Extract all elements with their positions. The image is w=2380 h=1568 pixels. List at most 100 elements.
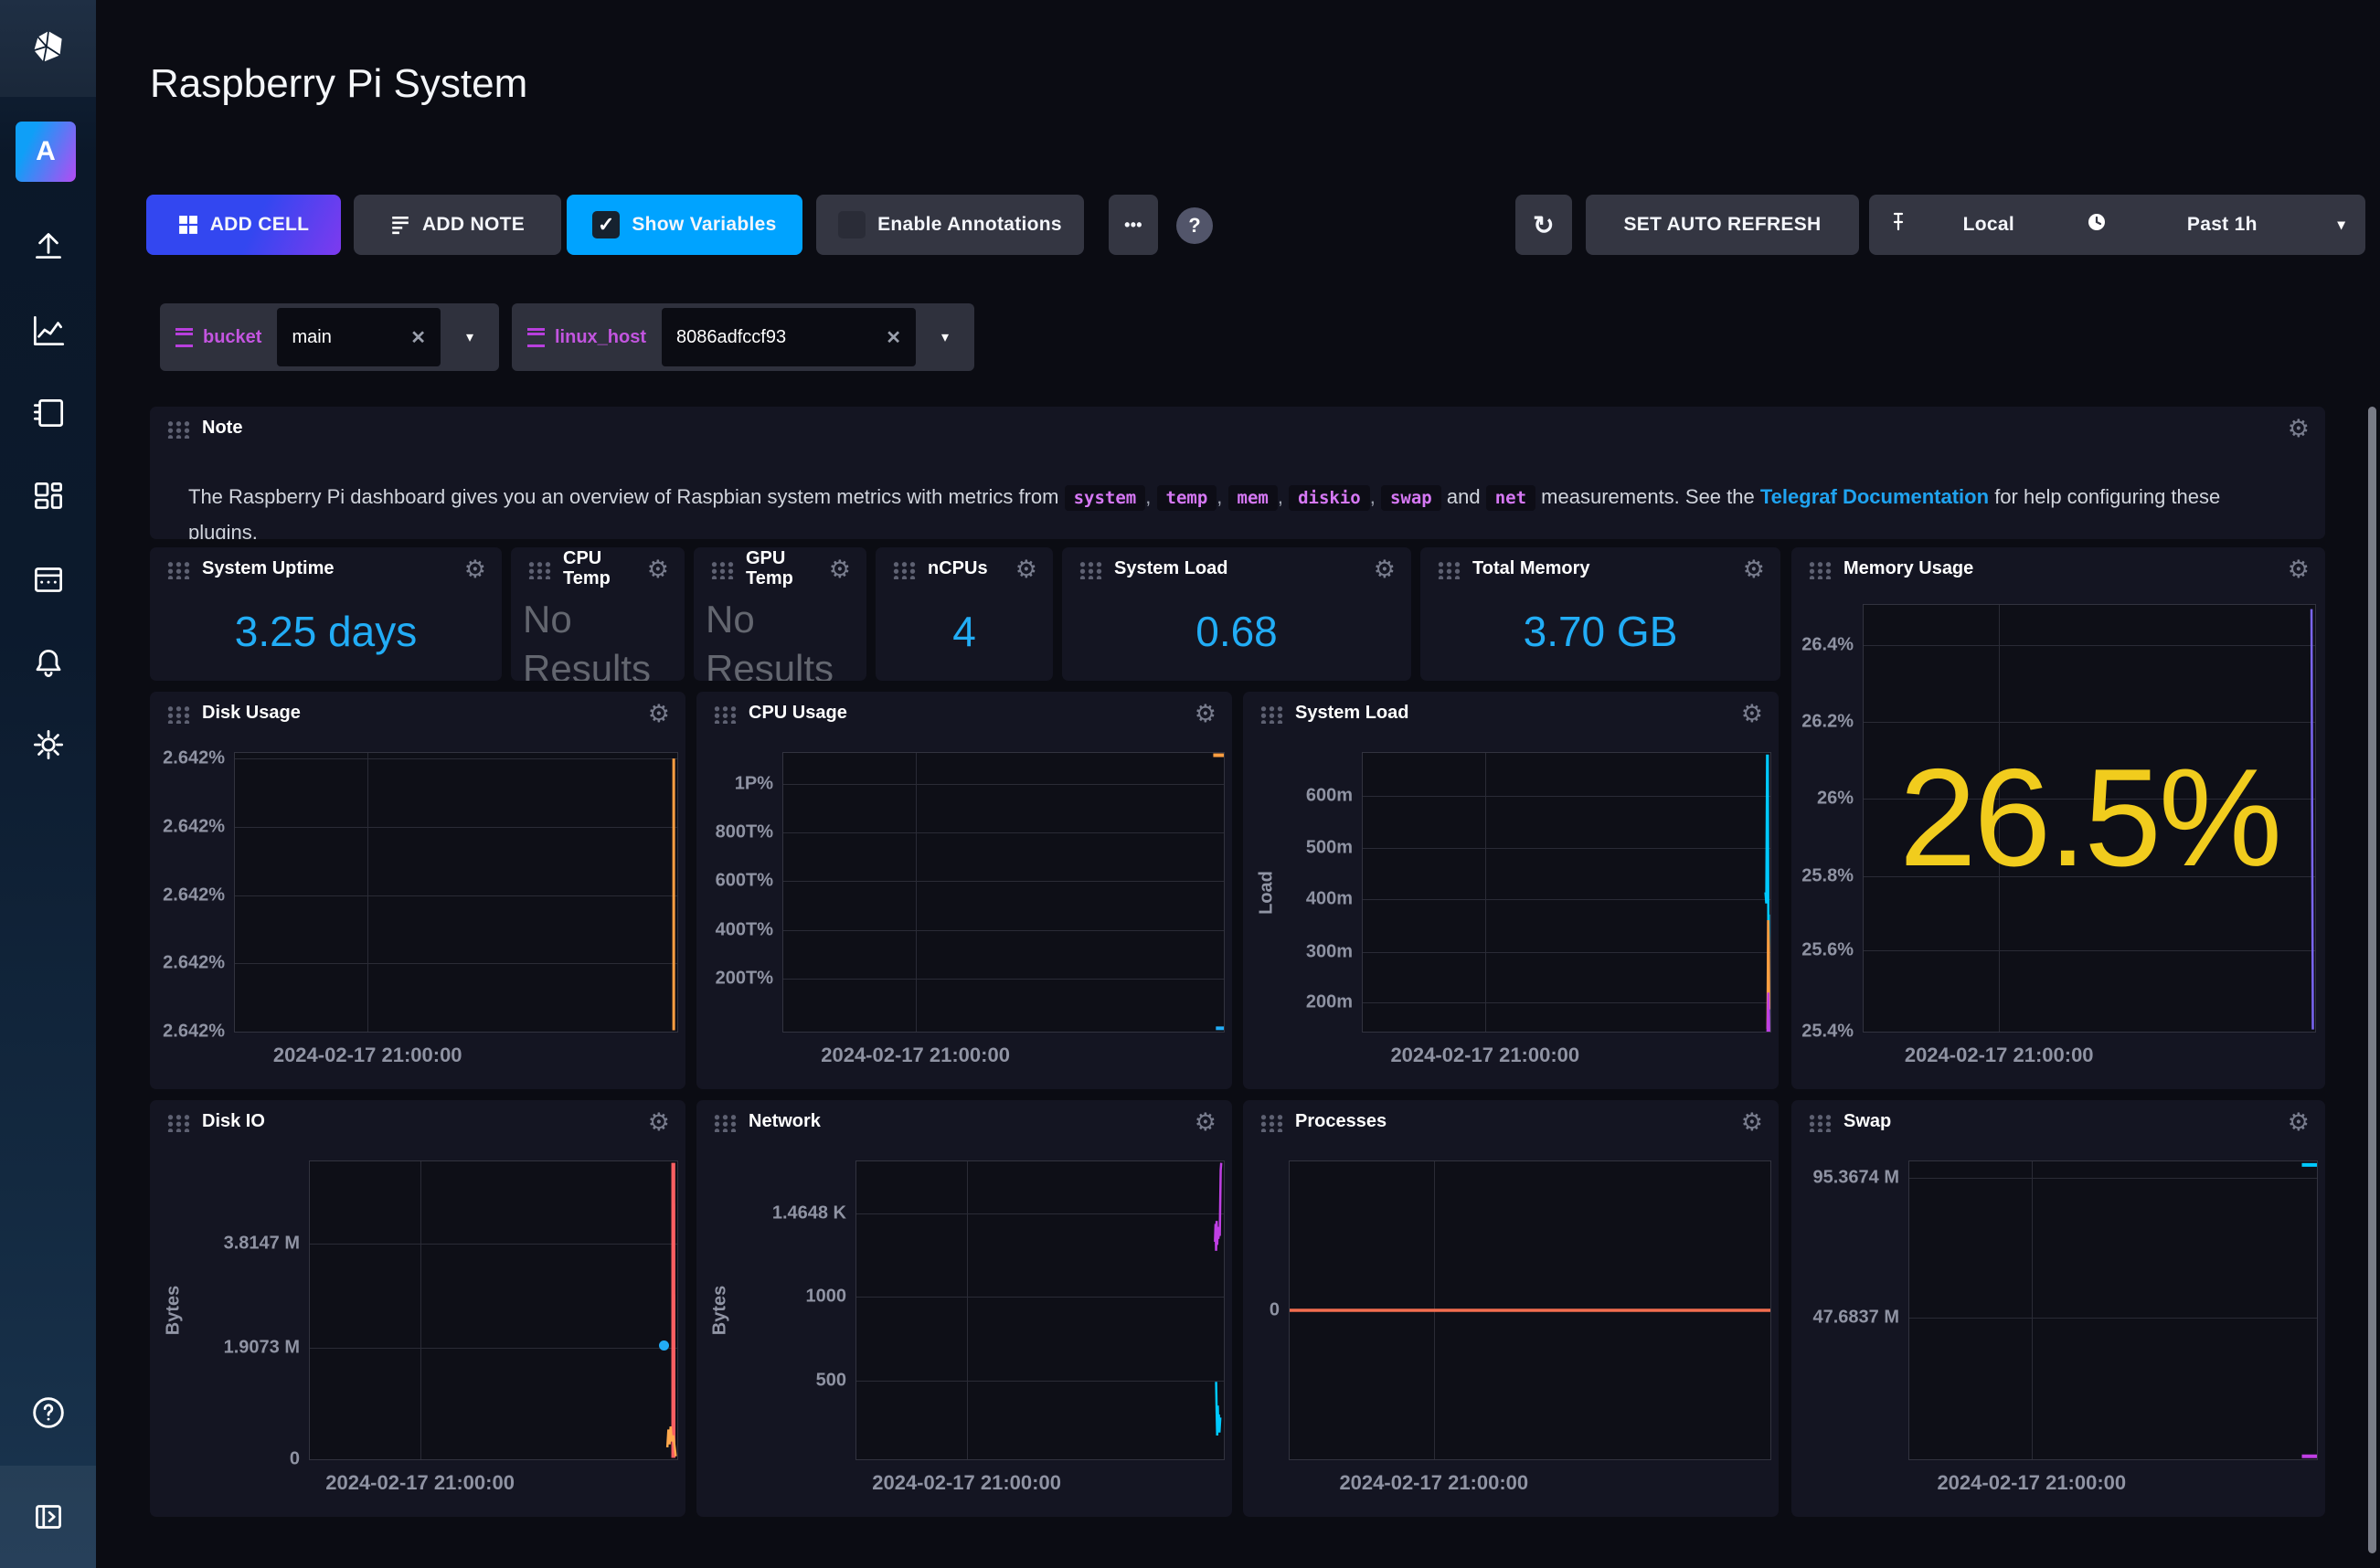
drag-handle-icon[interactable] bbox=[165, 1113, 190, 1132]
sidebar-item-alerts[interactable] bbox=[0, 640, 96, 687]
variable-drag-icon bbox=[175, 328, 193, 347]
plot-area[interactable]: 3.8147 M 1.9073 M 0 2024-02-17 21:00:00 bbox=[309, 1160, 678, 1460]
gear-icon[interactable]: ⚙ bbox=[2288, 417, 2310, 441]
plot-area[interactable]: 1.4648 K 1000 500 2024-02-17 21:00:00 bbox=[855, 1160, 1225, 1460]
gear-icon[interactable]: ⚙ bbox=[829, 557, 851, 582]
org-avatar[interactable]: A bbox=[16, 122, 76, 182]
show-variables-label: Show Variables bbox=[632, 214, 776, 236]
variable-bucket-label[interactable]: bucket bbox=[160, 303, 277, 371]
sidebar-logo[interactable] bbox=[0, 0, 96, 97]
time-range-dropdown[interactable]: Past 1h ▾ bbox=[2067, 195, 2365, 255]
plot-area[interactable]: 95.3674 M 47.6837 M 2024-02-17 21:00:00 bbox=[1908, 1160, 2318, 1460]
sidebar-item-notebooks[interactable] bbox=[0, 389, 96, 437]
panel-system-uptime: System Uptime ⚙ 3.25 days bbox=[150, 547, 502, 681]
drag-handle-icon[interactable] bbox=[712, 1113, 737, 1132]
variable-linux-host-value[interactable]: 8086adfccf93 ✕ bbox=[662, 308, 916, 366]
drag-handle-icon[interactable] bbox=[165, 705, 190, 724]
sidebar-item-settings[interactable] bbox=[0, 721, 96, 768]
chevron-down-icon: ▾ bbox=[941, 328, 949, 346]
gear-icon[interactable]: ⚙ bbox=[647, 557, 669, 582]
network-series bbox=[856, 1161, 1224, 1459]
telegraf-documentation-link[interactable]: Telegraf Documentation bbox=[1760, 485, 1989, 508]
drag-handle-icon[interactable] bbox=[526, 560, 551, 579]
panel-title: CPU Temp bbox=[563, 549, 635, 588]
add-cell-label: ADD CELL bbox=[210, 214, 310, 236]
vertical-scrollbar[interactable] bbox=[2368, 407, 2376, 1553]
drag-handle-icon[interactable] bbox=[1807, 560, 1832, 579]
gear-icon[interactable]: ⚙ bbox=[1195, 1110, 1217, 1135]
drag-handle-icon[interactable] bbox=[1078, 560, 1102, 579]
gear-icon[interactable]: ⚙ bbox=[1195, 702, 1217, 726]
add-note-button[interactable]: ADD NOTE bbox=[354, 195, 561, 255]
variable-linux-host-label[interactable]: linux_host bbox=[512, 303, 662, 371]
drag-handle-icon[interactable] bbox=[165, 560, 190, 579]
gear-icon[interactable]: ⚙ bbox=[648, 1110, 670, 1135]
drag-handle-icon[interactable] bbox=[712, 705, 737, 724]
more-options-button[interactable]: ••• bbox=[1109, 195, 1158, 255]
cpu-usage-series bbox=[783, 753, 1224, 1032]
timezone-dropdown[interactable]: Local ▾ bbox=[1869, 195, 2098, 255]
x-axis-label: 2024-02-17 21:00:00 bbox=[1905, 1044, 2094, 1067]
pin-icon bbox=[1889, 212, 1907, 238]
gear-icon[interactable]: ⚙ bbox=[2288, 557, 2310, 582]
plot-area[interactable]: 600m 500m 400m 300m 200m 2024-02-17 21:0… bbox=[1362, 752, 1771, 1033]
gear-icon[interactable]: ⚙ bbox=[2288, 1110, 2310, 1135]
sidebar-item-help[interactable] bbox=[0, 1389, 96, 1436]
variable-linux-host-caret[interactable]: ▾ bbox=[916, 303, 974, 371]
help-button[interactable]: ? bbox=[1176, 207, 1213, 244]
gear-icon[interactable]: ⚙ bbox=[1015, 557, 1037, 582]
y-tick: 600T% bbox=[716, 871, 773, 892]
calendar-icon bbox=[28, 559, 69, 599]
drag-handle-icon[interactable] bbox=[165, 419, 190, 439]
variable-value: 8086adfccf93 bbox=[676, 327, 786, 348]
drag-handle-icon[interactable] bbox=[709, 560, 734, 579]
add-cell-button[interactable]: ADD CELL bbox=[146, 195, 341, 255]
time-range-label: Past 1h bbox=[2187, 214, 2258, 236]
y-tick: 1.4648 K bbox=[772, 1203, 846, 1224]
plot-area[interactable]: 0 2024-02-17 21:00:00 bbox=[1289, 1160, 1771, 1460]
y-tick: 1000 bbox=[806, 1287, 847, 1308]
panel-title: Note bbox=[202, 418, 242, 439]
show-variables-checkbox[interactable]: ✓ bbox=[592, 211, 620, 238]
plot-area[interactable]: 1P% 800T% 600T% 400T% 200T% 2024-02-17 2… bbox=[782, 752, 1225, 1033]
y-tick: 400T% bbox=[716, 919, 773, 940]
influxdb-dashboard-page: A bbox=[0, 0, 2380, 1568]
sidebar-item-dashboards[interactable] bbox=[0, 472, 96, 520]
drag-handle-icon[interactable] bbox=[891, 560, 916, 579]
upload-icon bbox=[28, 226, 69, 266]
y-tick: 25.8% bbox=[1801, 865, 1854, 886]
sidebar-expand-toggle[interactable] bbox=[0, 1466, 96, 1568]
plot-area[interactable]: 2.642% 2.642% 2.642% 2.642% 2.642% 2024-… bbox=[234, 752, 678, 1033]
enable-annotations-checkbox[interactable] bbox=[838, 211, 866, 238]
clear-icon[interactable]: ✕ bbox=[410, 326, 426, 349]
gear-icon[interactable]: ⚙ bbox=[1743, 557, 1765, 582]
line-graph-icon bbox=[28, 311, 69, 351]
gear-icon[interactable]: ⚙ bbox=[1374, 557, 1396, 582]
panel-disk-usage: Disk Usage ⚙ 2.642% 2.642% 2.642% 2.642%… bbox=[150, 692, 685, 1089]
variable-bucket-value[interactable]: main ✕ bbox=[277, 308, 441, 366]
plot-area[interactable]: 26.4% 26.2% 26% 25.8% 25.6% 25.4% 26.5% … bbox=[1863, 604, 2316, 1033]
show-variables-toggle[interactable]: ✓ Show Variables bbox=[567, 195, 802, 255]
drag-handle-icon[interactable] bbox=[1259, 1113, 1283, 1132]
panel-cpu-usage: CPU Usage ⚙ 1P% 800T% 600T% 400T% 200T% … bbox=[696, 692, 1232, 1089]
clear-icon[interactable]: ✕ bbox=[886, 326, 901, 349]
variable-bucket-caret[interactable]: ▾ bbox=[441, 303, 499, 371]
sidebar-item-upload[interactable] bbox=[0, 222, 96, 270]
refresh-button[interactable]: ↻ bbox=[1515, 195, 1572, 255]
x-axis-label: 2024-02-17 21:00:00 bbox=[821, 1044, 1010, 1067]
gear-icon[interactable]: ⚙ bbox=[1741, 702, 1763, 726]
drag-handle-icon[interactable] bbox=[1259, 705, 1283, 724]
panel-title: System Load bbox=[1295, 704, 1408, 724]
drag-handle-icon[interactable] bbox=[1807, 1113, 1832, 1132]
set-auto-refresh-button[interactable]: SET AUTO REFRESH bbox=[1586, 195, 1859, 255]
sidebar-item-tasks[interactable] bbox=[0, 556, 96, 603]
drag-handle-icon[interactable] bbox=[1436, 560, 1461, 579]
variable-bucket: bucket main ✕ ▾ bbox=[160, 303, 499, 371]
variable-linux-host: linux_host 8086adfccf93 ✕ ▾ bbox=[512, 303, 974, 371]
gear-icon[interactable]: ⚙ bbox=[648, 702, 670, 726]
sidebar-item-data-explorer[interactable] bbox=[0, 307, 96, 355]
gear-icon[interactable]: ⚙ bbox=[1741, 1110, 1763, 1135]
panel-title: Swap bbox=[1843, 1112, 1891, 1132]
gear-icon[interactable]: ⚙ bbox=[464, 557, 486, 582]
enable-annotations-toggle[interactable]: Enable Annotations bbox=[816, 195, 1084, 255]
